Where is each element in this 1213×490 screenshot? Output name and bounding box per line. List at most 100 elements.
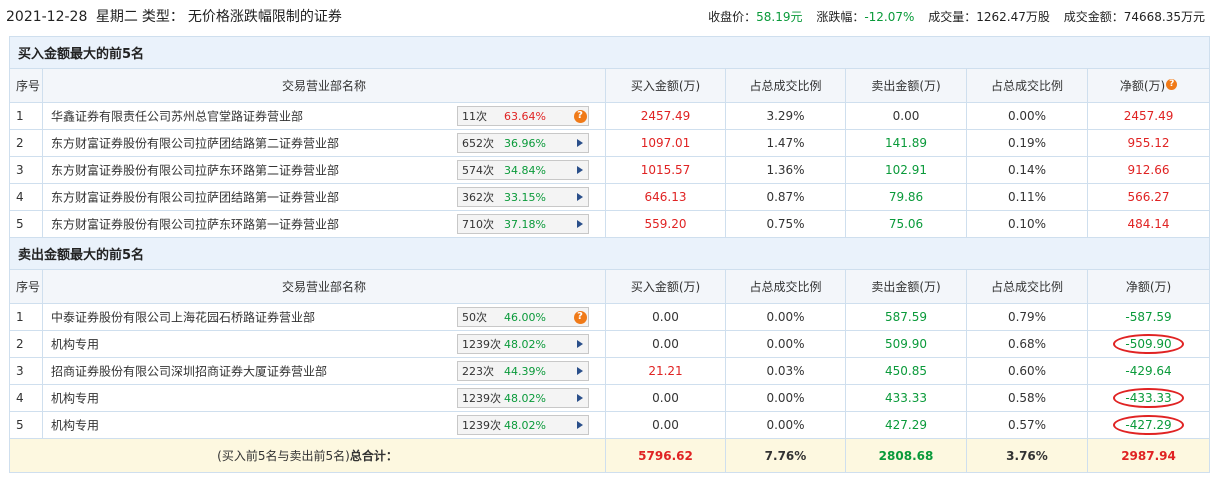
branch-name-link[interactable]: 华鑫证券有限责任公司苏州总官堂路证券营业部	[51, 108, 303, 125]
row-seq: 4	[9, 384, 43, 412]
dragon-tiger-table: 买入金额最大的前5名 序号 交易营业部名称 买入金额(万) 占总成交比例 卖出金…	[8, 36, 1211, 473]
branch-name-link[interactable]: 招商证券股份有限公司深圳招商证券大厦证券营业部	[51, 363, 327, 380]
appear-count: 223次	[462, 365, 494, 378]
table-row: 1 中泰证券股份有限公司上海花园石桥路证券营业部 50次 46.00%? 0.00 0.0…	[9, 303, 1211, 331]
help-icon[interactable]: ?	[572, 308, 588, 326]
appear-count: 652次	[462, 137, 494, 150]
appear-count: 1239次	[462, 392, 501, 405]
arrow-right-icon[interactable]	[572, 188, 588, 206]
branch-name-link[interactable]: 中泰证券股份有限公司上海花园石桥路证券营业部	[51, 309, 315, 326]
branch-stats-badge[interactable]: 50次 46.00%?	[457, 307, 589, 327]
branch-name-link[interactable]: 机构专用	[51, 336, 99, 353]
branch-cell: 东方财富证券股份有限公司拉萨团结路第一证券营业部 362次 33.15%	[42, 183, 606, 211]
buy-ratio: 0.00%	[725, 411, 846, 439]
buy-ratio: 0.00%	[725, 384, 846, 412]
help-icon[interactable]: ?	[1166, 79, 1178, 90]
table-row: 5 东方财富证券股份有限公司拉萨东环路第一证券营业部 710次 37.18% 559.2…	[9, 210, 1211, 238]
col-sell-ratio: 占总成交比例	[966, 269, 1088, 304]
buy-amount: 21.21	[605, 357, 726, 385]
col-sell: 卖出金额(万)	[845, 269, 967, 304]
arrow-right-icon[interactable]	[572, 362, 588, 380]
total-label-bold: 总合计：	[349, 449, 398, 463]
branch-stats-badge[interactable]: 574次 34.84%	[457, 160, 589, 180]
header-right: 收盘价：58.19元 涨跌幅：-12.07% 成交量：1262.47万股 成交金…	[698, 8, 1205, 25]
sell-ratio: 0.19%	[966, 129, 1088, 157]
net-value-circled: -509.90	[1113, 334, 1184, 354]
buy-ratio: 0.03%	[725, 357, 846, 385]
buy-amount: 1097.01	[605, 129, 726, 157]
buy-ratio: 0.00%	[725, 303, 846, 331]
branch-name-link[interactable]: 东方财富证券股份有限公司拉萨东环路第二证券营业部	[51, 162, 339, 179]
buy-amount: 0.00	[605, 384, 726, 412]
total-net: 2987.94	[1086, 438, 1211, 473]
win-rate: 33.15%	[504, 190, 546, 204]
change-label: 涨跌幅：	[816, 9, 865, 24]
branch-stats-badge[interactable]: 710次 37.18%	[457, 214, 589, 234]
total-label: (买入前5名与卖出前5名)总合计：	[9, 438, 606, 473]
branch-stats-badge[interactable]: 652次 36.96%	[457, 133, 589, 153]
arrow-right-icon[interactable]	[572, 134, 588, 152]
branch-stats-badge[interactable]: 1239次 48.02%	[457, 334, 589, 354]
buy-amount: 0.00	[605, 411, 726, 439]
table-row: 1 华鑫证券有限责任公司苏州总官堂路证券营业部 11次 63.64%? 2457.49 3…	[9, 102, 1211, 130]
table-row: 3 东方财富证券股份有限公司拉萨东环路第二证券营业部 574次 34.84% 1015.…	[9, 156, 1211, 184]
win-rate: 46.00%	[504, 310, 546, 324]
net-cell: -509.90	[1086, 330, 1211, 358]
arrow-right-icon[interactable]	[572, 215, 588, 233]
buy-ratio: 0.75%	[725, 210, 846, 238]
col-name: 交易营业部名称	[42, 269, 606, 304]
net-cell: 955.12	[1086, 129, 1211, 157]
total-buy: 5796.62	[605, 438, 726, 473]
row-seq: 3	[9, 357, 43, 385]
table-row: 4 东方财富证券股份有限公司拉萨团结路第一证券营业部 362次 33.15% 646.1…	[9, 183, 1211, 211]
net-value: 955.12	[1127, 136, 1170, 150]
arrow-right-icon[interactable]	[572, 335, 588, 353]
help-icon[interactable]: ?	[572, 107, 588, 125]
arrow-right-icon[interactable]	[572, 389, 588, 407]
win-rate: 34.84%	[504, 163, 546, 177]
branch-name-link[interactable]: 东方财富证券股份有限公司拉萨东环路第一证券营业部	[51, 216, 339, 233]
sell-ratio: 0.60%	[966, 357, 1088, 385]
sell-ratio: 0.58%	[966, 384, 1088, 412]
type-label: 类型：	[141, 9, 184, 25]
buy-amount: 559.20	[605, 210, 726, 238]
stock-header: 2021-12-28 星期二 类型： 无价格涨跌幅限制的证券 收盘价：58.19元 …	[0, 0, 1213, 32]
buy-ratio: 3.29%	[725, 102, 846, 130]
buy-column-header-row: 序号 交易营业部名称 买入金额(万) 占总成交比例 卖出金额(万) 占总成交比例…	[9, 68, 1211, 103]
branch-stats-badge[interactable]: 11次 63.64%?	[457, 106, 589, 126]
branch-stats-badge[interactable]: 1239次 48.02%	[457, 415, 589, 435]
appear-count: 574次	[462, 164, 494, 177]
branch-stats-badge[interactable]: 223次 44.39%	[457, 361, 589, 381]
branch-name-link[interactable]: 机构专用	[51, 390, 99, 407]
net-cell: -433.33	[1086, 384, 1211, 412]
branch-name-link[interactable]: 机构专用	[51, 417, 99, 434]
row-seq: 4	[9, 183, 43, 211]
sell-amount: 427.29	[845, 411, 967, 439]
net-cell: 2457.49	[1086, 102, 1211, 130]
col-net: 净额(万)	[1086, 269, 1211, 304]
sell-amount: 75.06	[845, 210, 967, 238]
net-value: -587.59	[1125, 310, 1172, 324]
col-buy: 买入金额(万)	[605, 68, 726, 103]
branch-name-link[interactable]: 东方财富证券股份有限公司拉萨团结路第一证券营业部	[51, 189, 339, 206]
branch-cell: 华鑫证券有限责任公司苏州总官堂路证券营业部 11次 63.64%?	[42, 102, 606, 130]
col-net-label: 净额(万)	[1119, 79, 1166, 93]
sell-amount: 450.85	[845, 357, 967, 385]
row-seq: 1	[9, 102, 43, 130]
buy-amount: 646.13	[605, 183, 726, 211]
buy-section-title: 买入金额最大的前5名	[8, 36, 1211, 69]
appear-count: 1239次	[462, 419, 501, 432]
branch-stats-badge[interactable]: 362次 33.15%	[457, 187, 589, 207]
branch-stats-badge[interactable]: 1239次 48.02%	[457, 388, 589, 408]
branch-name-link[interactable]: 东方财富证券股份有限公司拉萨团结路第二证券营业部	[51, 135, 339, 152]
volume-label: 成交量：	[928, 9, 977, 24]
branch-cell: 机构专用 1239次 48.02%	[42, 411, 606, 439]
appear-count: 1239次	[462, 338, 501, 351]
col-sell-ratio: 占总成交比例	[966, 68, 1088, 103]
sell-ratio: 0.11%	[966, 183, 1088, 211]
arrow-right-icon[interactable]	[572, 161, 588, 179]
sell-ratio: 0.00%	[966, 102, 1088, 130]
row-seq: 1	[9, 303, 43, 331]
change-value: -12.07%	[864, 9, 915, 24]
arrow-right-icon[interactable]	[572, 416, 588, 434]
